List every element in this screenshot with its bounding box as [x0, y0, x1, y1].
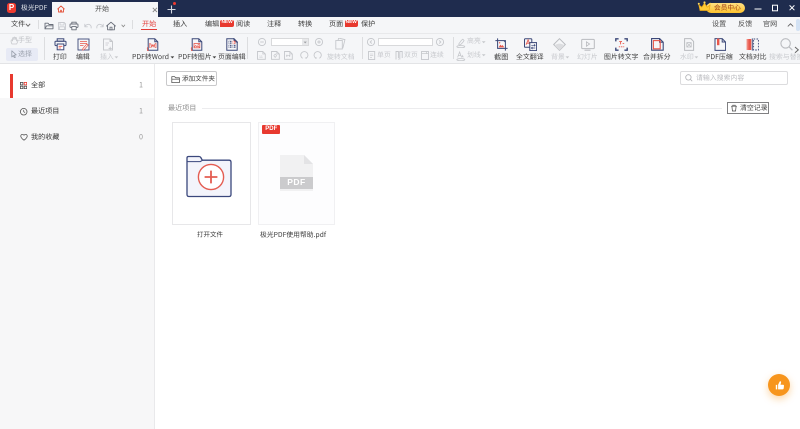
svg-text:11: 11: [258, 54, 263, 59]
